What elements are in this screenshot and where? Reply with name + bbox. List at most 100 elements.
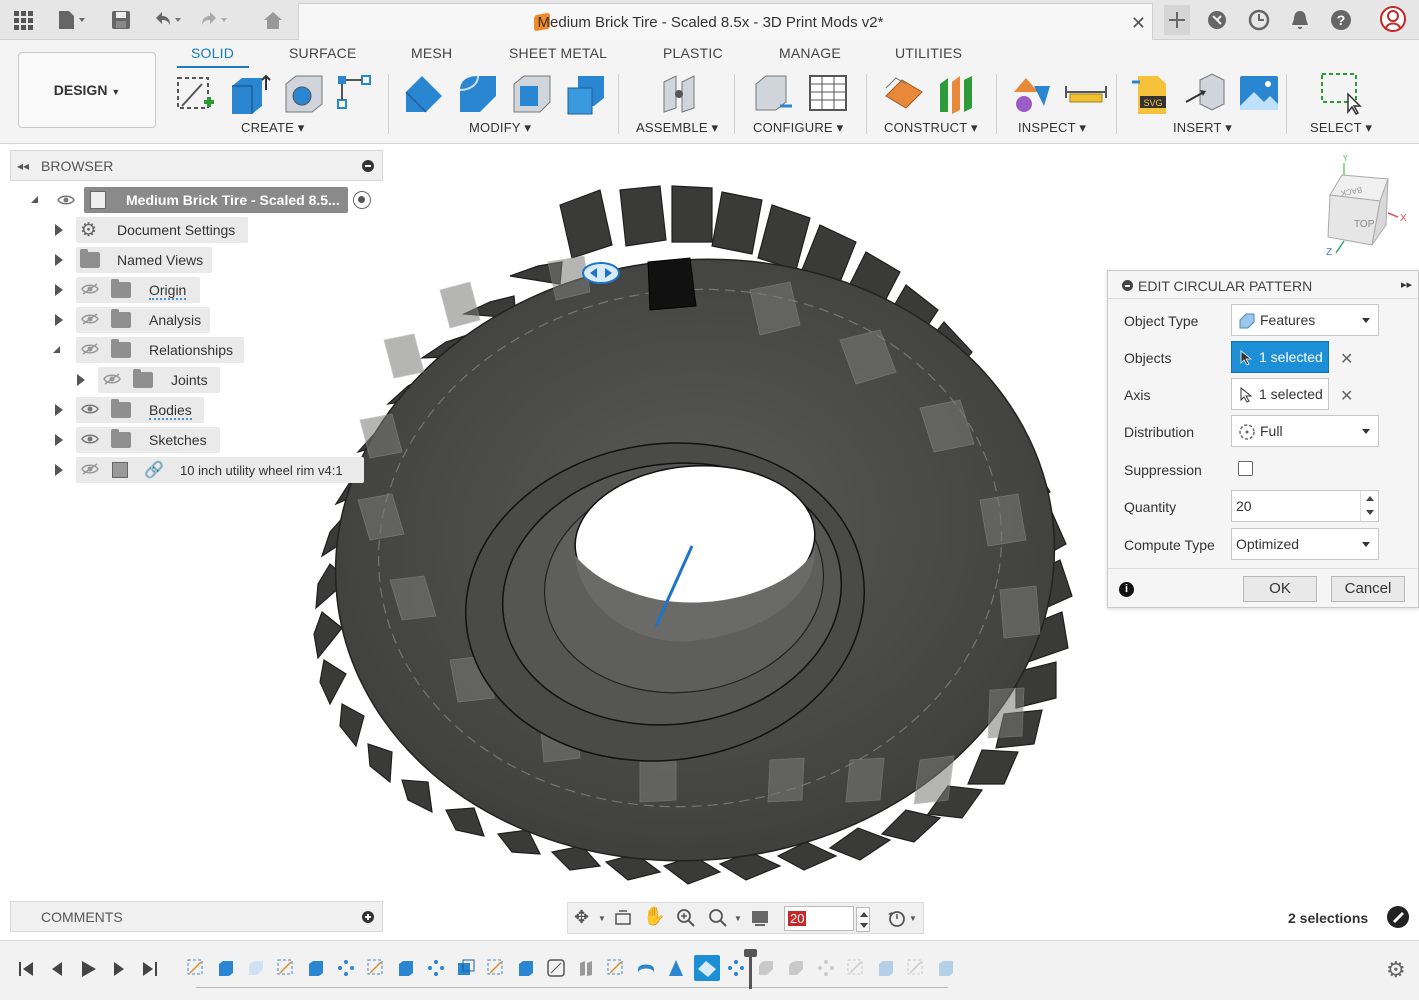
zoom-icon[interactable] bbox=[676, 908, 696, 928]
timeline-fillet-icon[interactable] bbox=[247, 959, 265, 977]
timeline-suppressed-fillet-icon[interactable] bbox=[757, 959, 775, 977]
expand-arrow-icon[interactable] bbox=[55, 224, 63, 236]
timeline-suppressed-sketch-icon[interactable] bbox=[847, 959, 865, 977]
navbar-quantity-stepper[interactable] bbox=[856, 907, 870, 932]
group-select[interactable]: SELECT ▾ bbox=[1310, 120, 1372, 136]
tab-manage[interactable]: MANAGE bbox=[779, 45, 841, 61]
browser-item-relationships[interactable]: Relationships bbox=[50, 337, 350, 363]
suppression-checkbox[interactable] bbox=[1238, 461, 1253, 476]
clear-objects-icon[interactable]: ✕ bbox=[1340, 349, 1353, 369]
collapse-browser-icon[interactable]: ◂◂ bbox=[17, 159, 29, 173]
group-create[interactable]: CREATE ▾ bbox=[241, 120, 305, 136]
tab-sheet-metal[interactable]: SHEET METAL bbox=[509, 45, 607, 61]
chevron-down-icon[interactable]: ▼ bbox=[909, 914, 917, 923]
visibility-eye-icon[interactable] bbox=[81, 403, 99, 415]
compute-type-select[interactable]: Optimized bbox=[1231, 528, 1379, 560]
timeline-sketch-icon[interactable] bbox=[187, 959, 205, 977]
timeline-extrude-icon[interactable] bbox=[397, 959, 415, 977]
timeline-sketch-icon[interactable] bbox=[277, 959, 295, 977]
hidden-eye-icon[interactable] bbox=[81, 313, 99, 325]
browser-item-sketches[interactable]: Sketches bbox=[50, 427, 350, 453]
navbar-quantity-input[interactable]: 20 bbox=[784, 906, 854, 931]
offset-plane-icon[interactable] bbox=[882, 72, 923, 112]
new-tab-icon[interactable] bbox=[1164, 5, 1190, 35]
timeline-active-feature-icon[interactable] bbox=[694, 955, 720, 981]
hole-icon[interactable] bbox=[282, 72, 323, 113]
expand-arrow-icon[interactable] bbox=[55, 404, 63, 416]
extensions-icon[interactable] bbox=[1206, 9, 1228, 31]
timeline-sketch-icon[interactable] bbox=[607, 959, 625, 977]
configuration-table-icon[interactable] bbox=[806, 72, 847, 112]
object-type-select[interactable]: Features bbox=[1231, 304, 1379, 336]
timeline-shell-icon[interactable] bbox=[547, 959, 565, 977]
tab-solid[interactable]: SOLID bbox=[191, 45, 234, 61]
go-to-end-icon[interactable] bbox=[140, 959, 160, 979]
collapse-dialog-icon[interactable] bbox=[1122, 280, 1133, 291]
combine-icon[interactable] bbox=[564, 72, 604, 115]
timeline-marker-handle[interactable] bbox=[744, 949, 757, 957]
browser-item-named-views[interactable]: Named Views bbox=[50, 247, 350, 273]
close-tab-icon[interactable]: ✕ bbox=[1131, 13, 1146, 34]
timeline-settings-gear-icon[interactable]: ⚙ bbox=[1386, 957, 1406, 983]
step-back-icon[interactable] bbox=[47, 959, 67, 979]
undo-icon[interactable] bbox=[152, 9, 181, 31]
file-icon[interactable] bbox=[56, 9, 85, 31]
browser-item-analysis[interactable]: Analysis bbox=[50, 307, 350, 333]
timeline-sketch-icon[interactable] bbox=[487, 959, 505, 977]
document-tab[interactable]: Medium Brick Tire - Scaled 8.5x - 3D Pri… bbox=[298, 3, 1153, 40]
play-icon[interactable] bbox=[78, 959, 98, 979]
timeline-revolve-icon[interactable] bbox=[637, 959, 655, 977]
extrude-icon[interactable] bbox=[228, 72, 271, 114]
chevron-down-icon[interactable]: ▼ bbox=[598, 914, 606, 923]
timeline-sketch-icon[interactable] bbox=[367, 959, 385, 977]
interference-icon[interactable] bbox=[1010, 72, 1050, 112]
rotation-icon[interactable] bbox=[886, 908, 908, 930]
clear-axis-icon[interactable]: ✕ bbox=[1340, 386, 1353, 406]
visibility-eye-icon[interactable] bbox=[81, 433, 99, 445]
save-icon[interactable] bbox=[110, 9, 132, 31]
group-insert[interactable]: INSERT ▾ bbox=[1173, 120, 1232, 136]
browser-root-row[interactable]: Medium Brick Tire - Scaled 8.5... bbox=[28, 187, 378, 213]
app-grid-icon[interactable] bbox=[12, 9, 34, 31]
timeline-suppressed-extrude-icon[interactable] bbox=[937, 959, 955, 977]
stepper-buttons[interactable] bbox=[1360, 491, 1378, 521]
press-pull-icon[interactable] bbox=[402, 72, 442, 113]
orbit-icon[interactable]: ✥ bbox=[574, 907, 589, 928]
step-forward-icon[interactable] bbox=[109, 959, 129, 979]
timeline-suppressed-pattern-icon[interactable] bbox=[817, 959, 835, 977]
hidden-eye-icon[interactable] bbox=[81, 343, 99, 355]
browser-item-joints[interactable]: Joints bbox=[72, 367, 372, 393]
joint-icon[interactable] bbox=[658, 72, 698, 113]
timeline-marker[interactable] bbox=[749, 953, 752, 989]
browser-item-bodies[interactable]: Bodies bbox=[50, 397, 350, 423]
group-configure[interactable]: CONFIGURE ▾ bbox=[753, 120, 843, 136]
timeline-suppressed-fillet-icon[interactable] bbox=[787, 959, 805, 977]
cancel-button[interactable]: Cancel bbox=[1331, 576, 1405, 602]
shell-icon[interactable] bbox=[510, 72, 551, 113]
group-modify[interactable]: MODIFY ▾ bbox=[469, 120, 531, 136]
redo-icon[interactable] bbox=[198, 9, 227, 31]
user-avatar-icon[interactable] bbox=[1380, 6, 1406, 32]
home-icon[interactable] bbox=[258, 9, 288, 31]
job-status-icon[interactable] bbox=[1248, 9, 1270, 31]
group-construct[interactable]: CONSTRUCT ▾ bbox=[884, 120, 978, 136]
expand-arrow-icon[interactable] bbox=[55, 314, 63, 326]
select-window-icon[interactable] bbox=[1320, 72, 1362, 115]
browser-item-origin[interactable]: Origin bbox=[50, 277, 350, 303]
display-settings-icon[interactable] bbox=[750, 908, 770, 928]
look-at-icon[interactable] bbox=[613, 908, 633, 928]
timeline-extrude-icon[interactable] bbox=[307, 959, 325, 977]
timeline-circular-pattern-icon[interactable] bbox=[727, 959, 745, 977]
tab-mesh[interactable]: MESH bbox=[411, 45, 452, 61]
timeline-suppressed-extrude-icon[interactable] bbox=[877, 959, 895, 977]
dialog-header[interactable]: EDIT CIRCULAR PATTERN ▸▸ bbox=[1108, 271, 1418, 299]
chevron-down-icon[interactable]: ▼ bbox=[734, 914, 742, 923]
collapse-arrow-icon[interactable] bbox=[31, 196, 38, 203]
timeline-joint-icon[interactable] bbox=[577, 959, 595, 977]
fit-zoom-icon[interactable] bbox=[708, 908, 728, 928]
info-icon[interactable]: i bbox=[1119, 582, 1134, 597]
expand-arrow-icon[interactable] bbox=[55, 284, 63, 296]
browser-item-document-settings[interactable]: ⚙ Document Settings bbox=[50, 217, 350, 243]
feedback-icon[interactable] bbox=[1387, 906, 1409, 928]
timeline-draft-icon[interactable] bbox=[667, 959, 685, 977]
